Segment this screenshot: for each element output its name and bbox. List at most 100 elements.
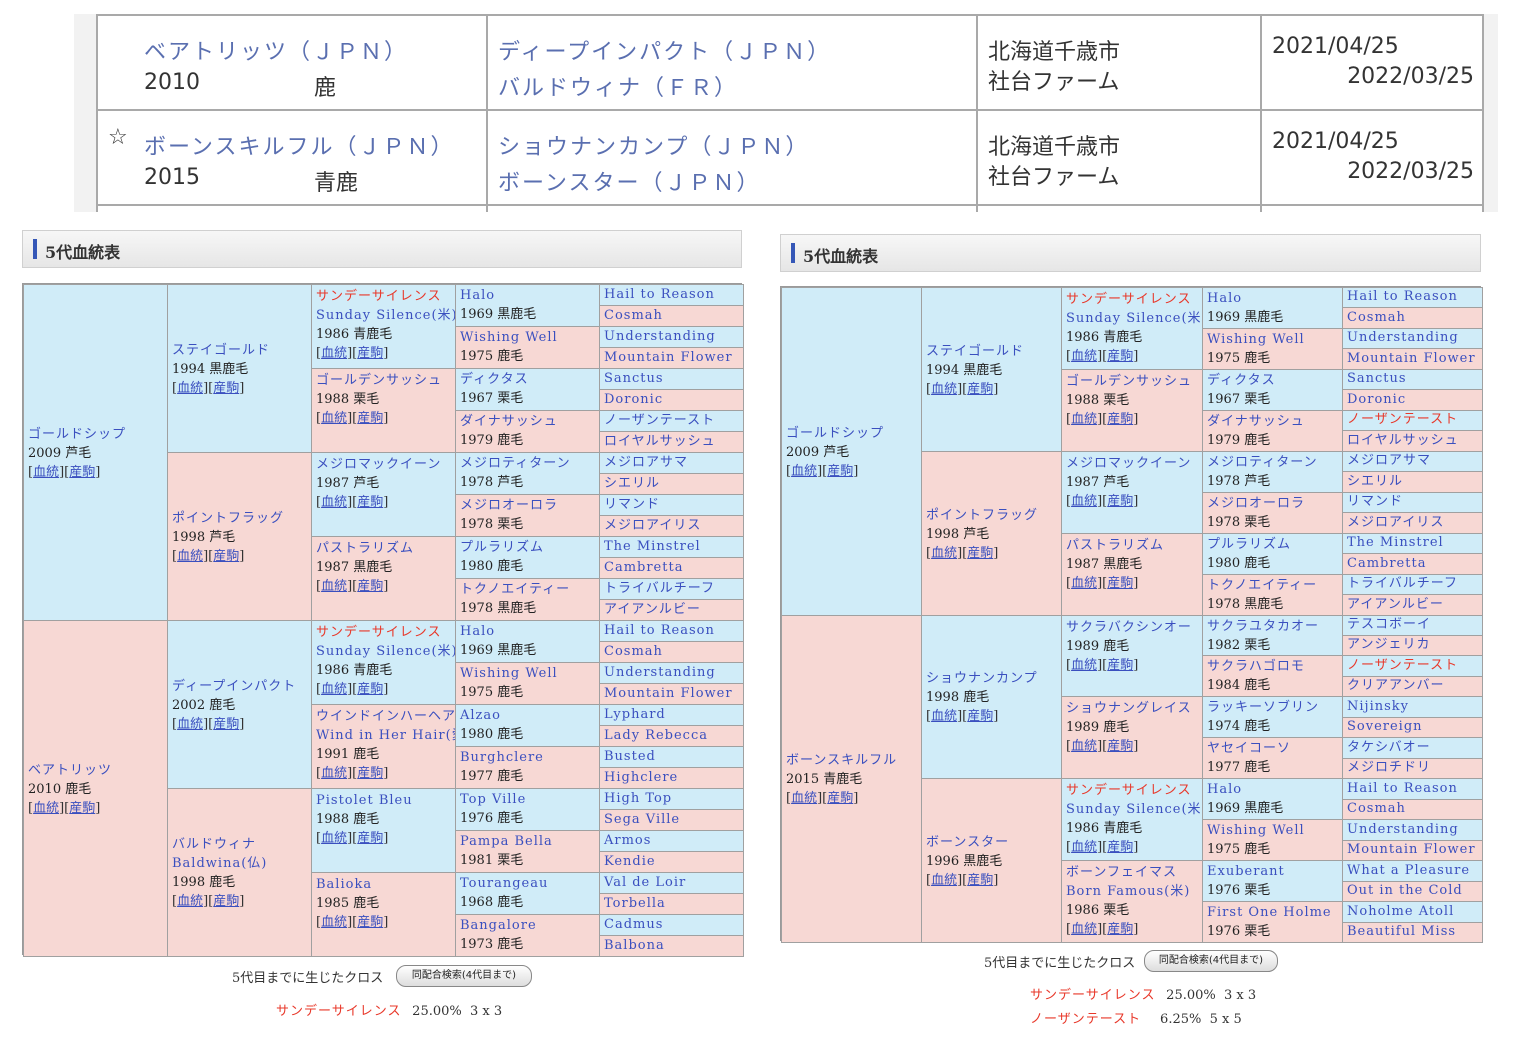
bloodline-link[interactable]: 血統 <box>321 831 347 846</box>
foals-link[interactable]: 産駒 <box>827 791 853 806</box>
horse-name-link[interactable]: ロイヤルサッシュ <box>604 432 739 451</box>
horse-name-link[interactable]: Understanding <box>604 327 739 346</box>
horse-name-link[interactable]: シエリル <box>1347 472 1478 491</box>
foals-link[interactable]: 産駒 <box>1107 494 1133 509</box>
foals-link[interactable]: 産駒 <box>357 495 383 510</box>
horse-name-link[interactable]: トクノエイティー <box>1207 576 1338 595</box>
horse-name-link[interactable]: テスコボーイ <box>1347 616 1478 634</box>
horse-name-link[interactable]: Mountain Flower <box>604 684 739 703</box>
horse-name-link[interactable]: Torbella <box>604 894 739 913</box>
horse-name-link[interactable]: Cosmah <box>604 642 739 661</box>
horse-name-link[interactable]: トライバルチーフ <box>1347 575 1478 593</box>
horse-name-link[interactable]: Halo <box>1207 780 1338 799</box>
horse-name-link[interactable]: Top Ville <box>460 790 595 809</box>
horse-name-link[interactable]: メジロオーロラ <box>460 496 595 515</box>
horse-name-link[interactable]: Wishing Well <box>1207 330 1338 349</box>
horse-name-link[interactable]: メジロマックイーン <box>316 455 451 474</box>
horse-name-link[interactable]: High Top <box>604 789 739 808</box>
horse-name-link[interactable]: Balioka <box>316 875 451 894</box>
bloodline-link[interactable]: 血統 <box>791 791 817 806</box>
foals-link[interactable]: 産駒 <box>357 579 383 594</box>
horse-name-link[interactable]: メジロアサマ <box>604 453 739 472</box>
horse-name-link[interactable]: Alzao <box>460 706 595 725</box>
horse-name-link[interactable]: Mountain Flower <box>1347 841 1478 859</box>
horse-name-en-link[interactable]: Born Famous(米) <box>1066 882 1198 901</box>
horse-name-link[interactable]: メジロマックイーン <box>1066 454 1198 473</box>
horse-name-link[interactable]: ポイントフラッグ <box>172 509 307 528</box>
bloodline-link[interactable]: 血統 <box>791 464 817 479</box>
horse-name-link[interactable]: Mountain Flower <box>604 348 739 367</box>
horse-name-link[interactable]: Understanding <box>1347 329 1478 347</box>
horse-name-link[interactable]: ゴールデンサッシュ <box>316 371 451 390</box>
horse-name-link[interactable]: Doronic <box>1347 390 1478 409</box>
horse-name-link[interactable]: サクラユタカオー <box>1207 617 1338 636</box>
foals-link[interactable]: 産駒 <box>1107 840 1133 855</box>
horse-name-link[interactable]: Halo <box>460 286 595 305</box>
horse-name-link[interactable]: Bangalore <box>460 916 595 935</box>
horse-name-link[interactable]: ラッキーソブリン <box>1207 698 1338 717</box>
horse-name-link[interactable]: Pistolet Bleu <box>316 791 451 810</box>
horse-name-link[interactable]: シエリル <box>604 474 739 493</box>
horse-name-link[interactable]: Mountain Flower <box>1347 349 1478 368</box>
foals-link[interactable]: 産駒 <box>357 766 383 781</box>
foals-link[interactable]: 産駒 <box>967 546 993 561</box>
horse-name-link[interactable]: Busted <box>604 747 739 766</box>
horse-name-link[interactable]: ノーザンテースト <box>604 411 739 430</box>
foals-link[interactable]: 産駒 <box>357 346 383 361</box>
horse-name-link[interactable]: メジロティターン <box>1207 453 1338 472</box>
horse-name-link[interactable]: Cambretta <box>604 558 739 577</box>
bloodline-link[interactable]: 血統 <box>1071 840 1097 855</box>
bloodline-link[interactable]: 血統 <box>1071 494 1097 509</box>
dam-link[interactable]: ボーンスター（ＪＰＮ） <box>498 165 760 197</box>
horse-name-link[interactable]: メジロティターン <box>460 454 595 473</box>
horse-name-link[interactable]: パストラリズム <box>316 539 451 558</box>
foals-link[interactable]: 産駒 <box>357 915 383 930</box>
horse-name-link[interactable]: ノーザンテースト <box>1347 656 1478 675</box>
horse-name-link[interactable]: ショウナンカンプ <box>926 669 1057 688</box>
horse-name-link[interactable]: ダイナサッシュ <box>460 412 595 431</box>
bloodline-link[interactable]: 血統 <box>931 709 957 724</box>
foals-link[interactable]: 産駒 <box>967 873 993 888</box>
horse-name-link[interactable]: Understanding <box>604 663 739 682</box>
horse-name-en-link[interactable]: Sunday Silence(米) <box>316 642 455 661</box>
foals-link[interactable]: 産駒 <box>213 717 239 732</box>
horse-name-link[interactable]: ヤセイコーソ <box>1207 739 1338 758</box>
horse-name-link[interactable]: ボーンスター <box>926 833 1057 852</box>
horse-name-link[interactable]: Cosmah <box>604 306 739 325</box>
horse-name-link[interactable]: ボーンスキルフル（ＪＰＮ） <box>144 129 454 161</box>
horse-name-link[interactable]: Hail to Reason <box>604 285 739 304</box>
horse-name-link[interactable]: メジロチドリ <box>1347 759 1478 777</box>
horse-name-en-link[interactable]: Sunday Silence(米) <box>316 306 455 325</box>
horse-name-link[interactable]: パストラリズム <box>1066 536 1198 555</box>
horse-name-link[interactable]: Hail to Reason <box>1347 779 1478 798</box>
horse-name-link[interactable]: Lyphard <box>604 705 739 724</box>
horse-name-link[interactable]: ベアトリッツ（ＪＰＮ） <box>144 34 408 66</box>
horse-name-link[interactable]: Cambretta <box>1347 554 1478 573</box>
horse-name-link[interactable]: サンデーサイレンス <box>1066 781 1198 800</box>
bloodline-link[interactable]: 血統 <box>1071 739 1097 754</box>
horse-name-link[interactable]: ボーンスキルフル <box>786 751 917 770</box>
horse-name-link[interactable]: Highclere <box>604 768 739 787</box>
foals-link[interactable]: 産駒 <box>213 381 239 396</box>
horse-name-link[interactable]: ボーンフェイマス <box>1066 863 1198 882</box>
horse-name-link[interactable]: Doronic <box>604 390 739 409</box>
horse-name-link[interactable]: トクノエイティー <box>460 580 595 599</box>
bloodline-link[interactable]: 血統 <box>1071 412 1097 427</box>
horse-name-link[interactable]: アイアンルビー <box>604 600 739 619</box>
foals-link[interactable]: 産駒 <box>967 709 993 724</box>
horse-name-link[interactable]: The Minstrel <box>1347 534 1478 552</box>
bloodline-link[interactable]: 血統 <box>321 682 347 697</box>
horse-name-link[interactable]: Tourangeau <box>460 874 595 893</box>
horse-name-link[interactable]: ショウナングレイス <box>1066 699 1198 718</box>
horse-name-link[interactable]: Wishing Well <box>460 328 595 347</box>
horse-name-link[interactable]: Noholme Atoll <box>1347 902 1478 921</box>
horse-name-en-link[interactable]: Baldwina(仏) <box>172 854 307 873</box>
horse-name-link[interactable]: ゴールデンサッシュ <box>1066 372 1198 391</box>
foals-link[interactable]: 産駒 <box>967 382 993 397</box>
horse-name-link[interactable]: Sanctus <box>604 369 739 388</box>
horse-name-link[interactable]: Kendie <box>604 852 739 871</box>
horse-name-link[interactable]: Lady Rebecca <box>604 726 739 745</box>
horse-name-link[interactable]: バルドウィナ <box>172 835 307 854</box>
horse-name-link[interactable]: What a Pleasure <box>1347 861 1478 880</box>
horse-name-link[interactable]: Cadmus <box>604 915 739 934</box>
